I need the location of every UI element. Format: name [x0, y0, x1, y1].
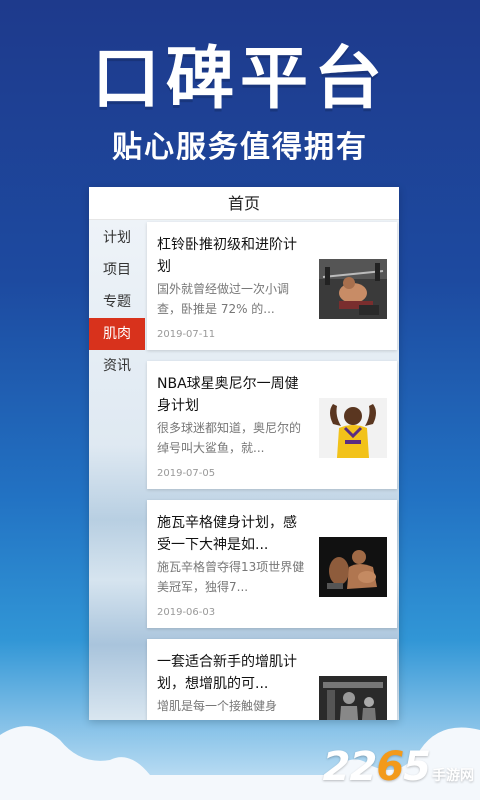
page-title: 首页	[89, 187, 399, 220]
watermark-text: 手游网	[432, 768, 474, 784]
article-list: 杠铃卧推初级和进阶计划 国外就曾经做过一次小调查，卧推是 72% 的... 20…	[147, 220, 397, 720]
article-card[interactable]: NBA球星奥尼尔一周健身计划 很多球迷都知道，奥尼尔的绰号叫大鲨鱼，就... 2…	[147, 361, 397, 489]
bench-press-thumbnail	[319, 259, 387, 319]
article-summary: 国外就曾经做过一次小调查，卧推是 72% 的...	[157, 282, 290, 316]
article-summary: 很多球迷都知道，奥尼尔的绰号叫大鲨鱼，就...	[157, 421, 302, 455]
sidebar-item-project[interactable]: 项目	[89, 254, 145, 286]
article-title: 一套适合新手的增肌计划，想增肌的可...	[157, 654, 297, 692]
article-date: 2019-06-03	[157, 607, 216, 618]
site-watermark: 2265 手游网	[323, 744, 474, 790]
article-date: 2019-07-05	[157, 468, 216, 479]
category-sidebar: 计划 项目 专题 肌肉 资讯	[89, 220, 145, 720]
article-card[interactable]: 杠铃卧推初级和进阶计划 国外就曾经做过一次小调查，卧推是 72% 的... 20…	[147, 222, 397, 350]
article-title: 施瓦辛格健身计划，感受一下大神是如...	[157, 515, 297, 553]
article-title: 杠铃卧推初级和进阶计划	[157, 237, 297, 275]
article-title: NBA球星奥尼尔一周健身计划	[157, 376, 299, 414]
sidebar-item-topic[interactable]: 专题	[89, 286, 145, 318]
article-summary: 施瓦辛格曾夺得13项世界健美冠军，独得7...	[157, 560, 305, 594]
sidebar-item-news[interactable]: 资讯	[89, 350, 145, 382]
sidebar-item-plan[interactable]: 计划	[89, 222, 145, 254]
bodybuilder-thumbnail	[319, 537, 387, 597]
hero-title: 口碑平台	[91, 40, 388, 119]
basketball-player-thumbnail	[319, 398, 387, 458]
hero-subtitle: 贴心服务值得拥有	[112, 130, 368, 165]
watermark-number: 2265	[322, 744, 431, 790]
content-area: 计划 项目 专题 肌肉 资讯 杠铃卧推初级和进阶计划 国外就曾经做过一次小调查，…	[89, 220, 399, 720]
article-card[interactable]: 施瓦辛格健身计划，感受一下大神是如... 施瓦辛格曾夺得13项世界健美冠军，独得…	[147, 500, 397, 628]
article-date: 2019-07-11	[157, 329, 216, 340]
app-screen: 首页 计划 项目 专题 肌肉 资讯 杠铃卧推初级和进阶计划 国外就曾经做过一次小…	[89, 187, 399, 720]
sidebar-item-muscle[interactable]: 肌肉	[89, 318, 145, 350]
